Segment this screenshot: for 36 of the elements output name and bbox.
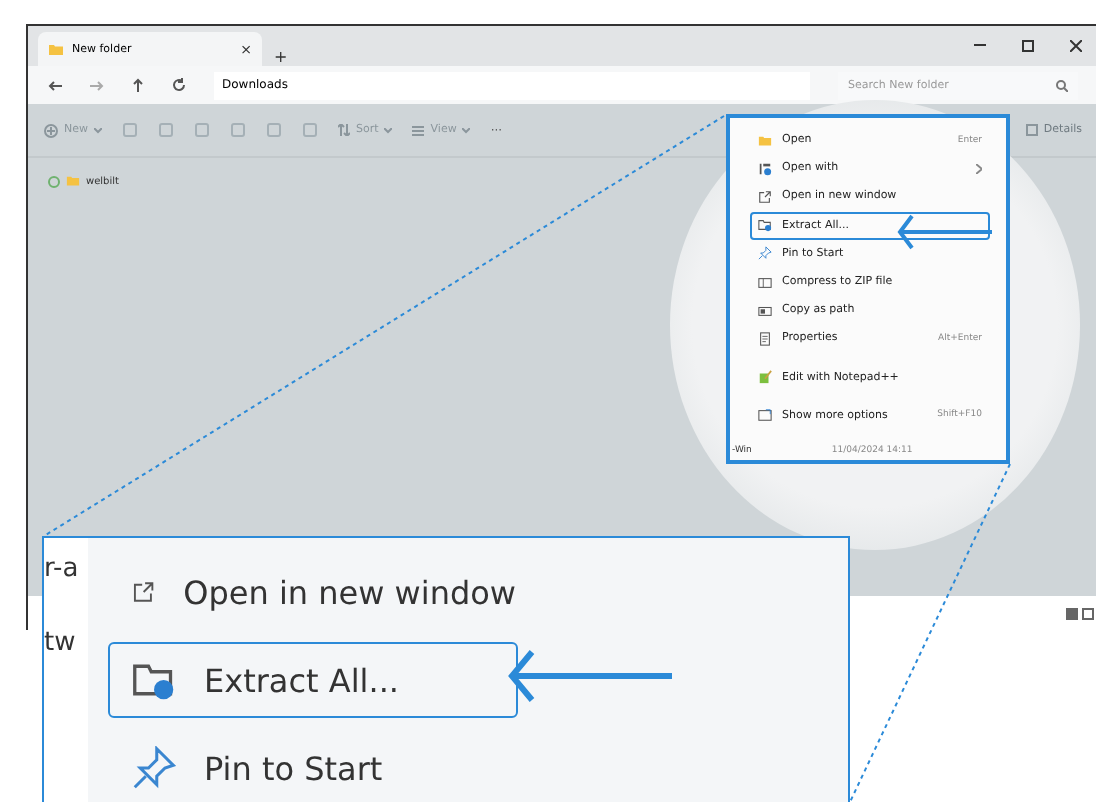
close-icon[interactable] xyxy=(1070,40,1082,52)
search-icon xyxy=(1056,79,1068,91)
details-view-icon[interactable] xyxy=(1066,607,1078,619)
app-icon xyxy=(758,161,772,176)
sync-status-icon xyxy=(48,175,60,187)
menu-item[interactable]: Extract All... xyxy=(108,642,518,718)
menu-item[interactable]: Open in new window xyxy=(108,554,518,630)
sort-icon xyxy=(338,124,350,136)
menu-item[interactable]: Pin to Start xyxy=(108,730,518,802)
chevron-down-icon xyxy=(462,127,471,133)
chevron-down-icon xyxy=(384,127,393,133)
folder-icon xyxy=(66,174,80,188)
pin-icon xyxy=(132,746,176,790)
minimize-icon[interactable] xyxy=(974,44,986,48)
window-icon xyxy=(758,408,772,423)
maximize-icon[interactable] xyxy=(1022,40,1034,52)
pin-icon xyxy=(758,246,772,261)
chevron-down-icon xyxy=(94,127,102,133)
new-tab-button[interactable]: + xyxy=(274,48,288,66)
file-name-fragment: r-a xyxy=(44,554,81,584)
external-link-icon xyxy=(758,189,772,204)
up-icon[interactable] xyxy=(132,78,144,92)
pane-icon xyxy=(1025,124,1038,136)
tiles-view-icon[interactable] xyxy=(1082,607,1094,619)
back-icon[interactable] xyxy=(48,79,62,91)
archive-icon xyxy=(758,275,772,290)
refresh-icon[interactable] xyxy=(172,78,186,92)
folder-icon xyxy=(48,41,64,57)
folder-icon xyxy=(758,133,772,148)
file-name-fragment: tw xyxy=(44,628,78,658)
folder-extract-icon xyxy=(758,218,772,233)
list-view-icon xyxy=(412,125,425,135)
plus-icon xyxy=(44,123,58,137)
document-icon xyxy=(758,331,772,346)
notepad-icon xyxy=(758,370,772,385)
pointer-arrow xyxy=(896,214,992,250)
